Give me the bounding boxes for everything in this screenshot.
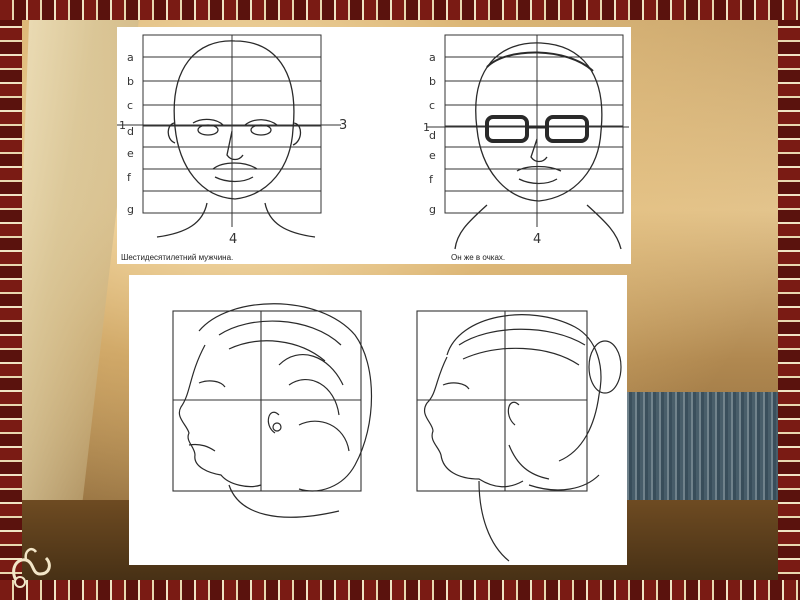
right-marker-3: 3 <box>339 118 347 133</box>
row-label-b: b <box>127 75 134 88</box>
row-label-e: e <box>127 147 134 160</box>
frame-bottom <box>0 580 800 600</box>
left-marker-1-2: 1 <box>423 121 430 134</box>
frontal-portraits-panel: a b c d e f g 1 3 4 a b c d e f g 1 4 Ше… <box>117 27 631 264</box>
capricorn-logo-icon <box>12 548 51 588</box>
row-label-d-2: d <box>429 129 436 142</box>
woman-with-bun-profile <box>423 314 622 562</box>
frontal-portraits-drawing: a b c d e f g 1 3 4 a b c d e f g 1 4 <box>117 34 629 250</box>
row-label-f-2: f <box>429 173 434 186</box>
row-label-e-2: e <box>429 149 436 162</box>
caption-sixty-year-old-man: Шестидесятилетний мужчина. <box>121 253 234 262</box>
bald-man-face <box>156 40 316 238</box>
row-label-b-2: b <box>429 75 436 88</box>
caption-same-man-in-glasses: Он же в очках. <box>451 253 506 262</box>
profile-portraits-drawing <box>172 303 622 562</box>
bottom-marker-4-2: 4 <box>533 232 541 247</box>
frame-right <box>778 0 800 600</box>
row-label-c-2: c <box>429 99 435 112</box>
row-label-f: f <box>127 171 132 184</box>
frame-left <box>0 0 22 600</box>
row-label-c: c <box>127 99 133 112</box>
curly-haired-woman-profile <box>178 303 373 518</box>
frame-top <box>0 0 800 20</box>
left-marker-1: 1 <box>119 119 126 132</box>
man-with-glasses-face <box>454 42 622 250</box>
row-label-d: d <box>127 125 134 138</box>
row-label-g-2: g <box>429 203 436 216</box>
row-label-a: a <box>127 51 134 64</box>
row-label-g: g <box>127 203 134 216</box>
profile-portraits-panel <box>129 275 627 565</box>
bottom-marker-4: 4 <box>229 232 237 247</box>
row-label-a-2: a <box>429 51 436 64</box>
